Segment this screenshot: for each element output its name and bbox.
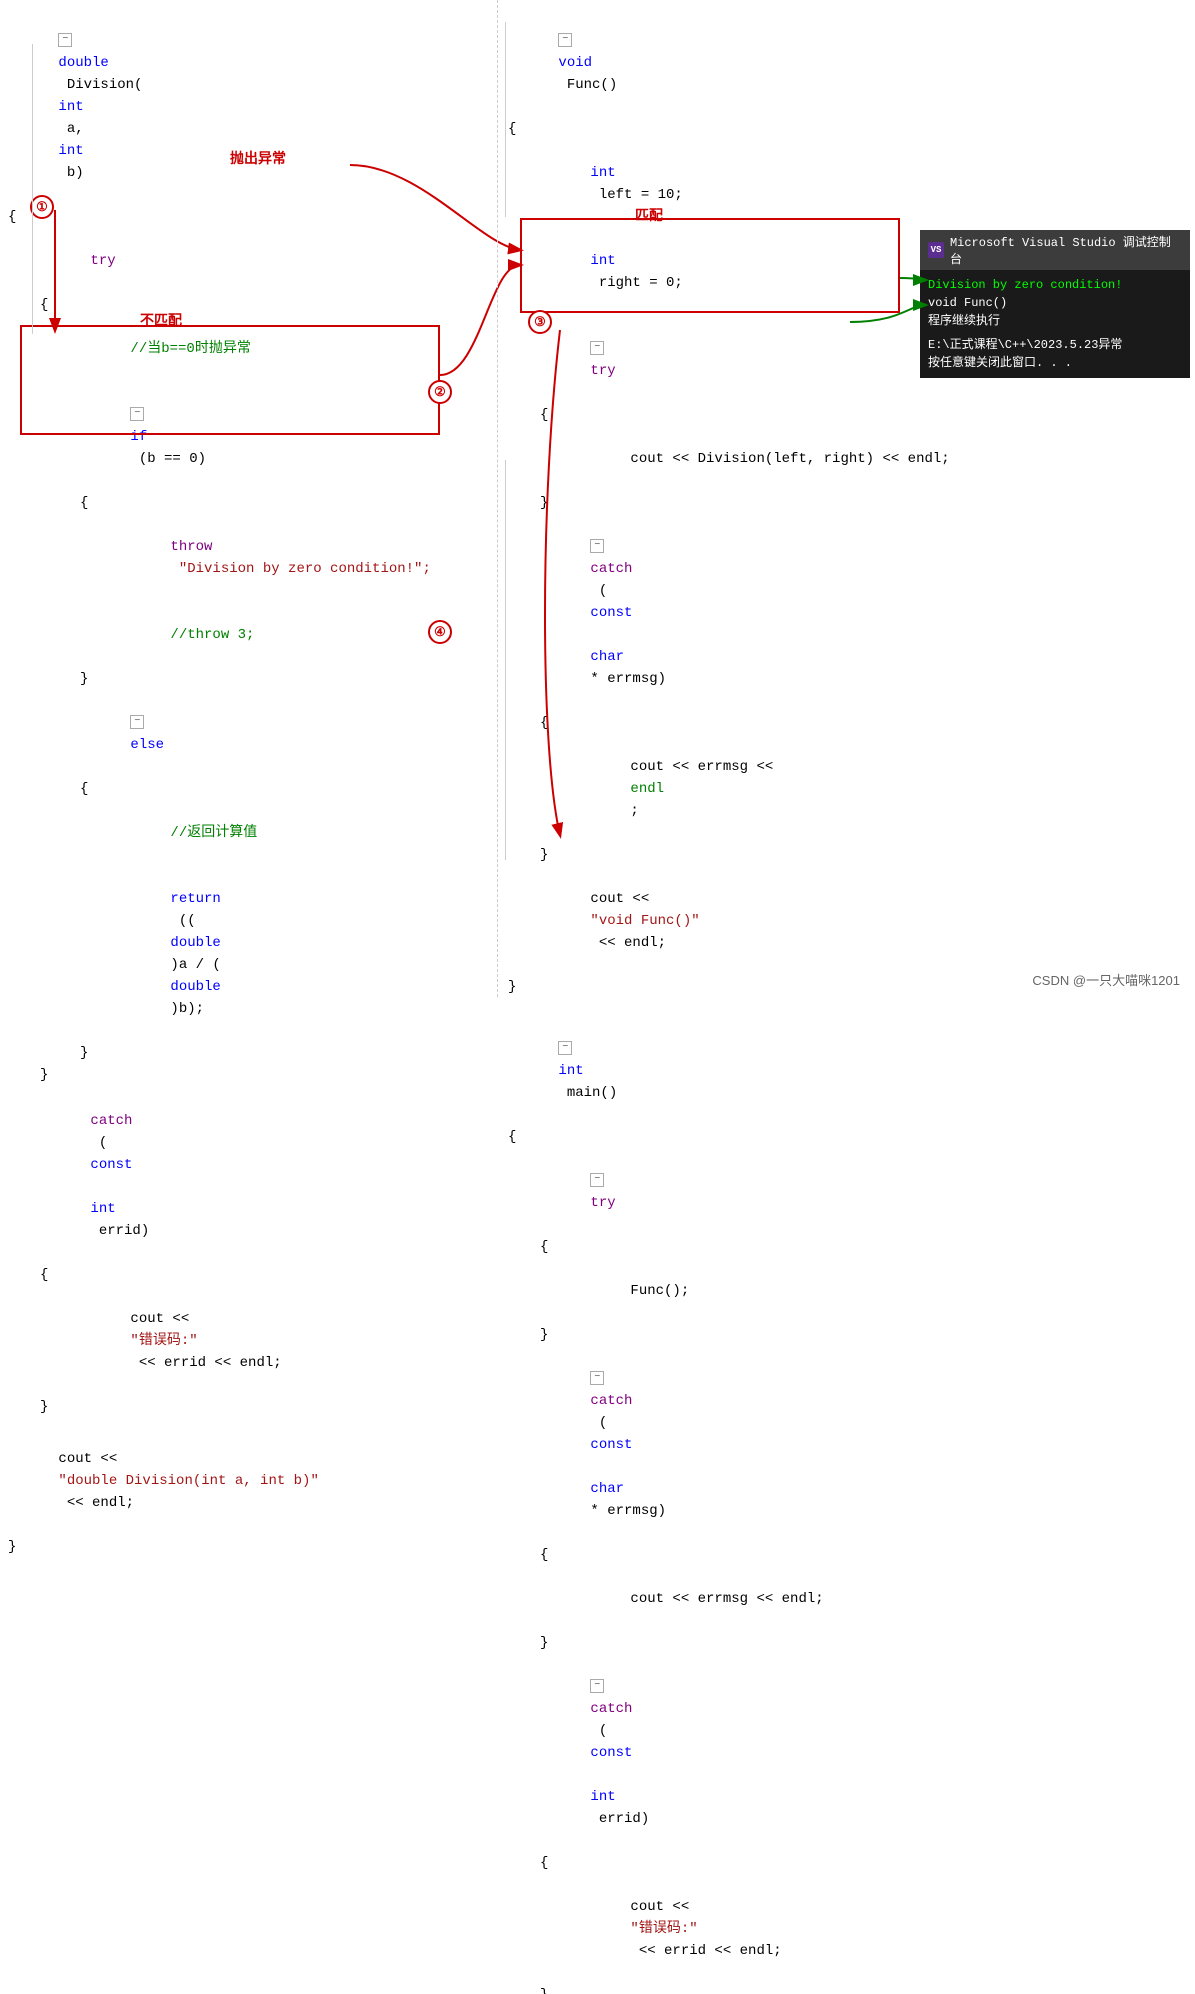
keyword-throw: throw [170, 539, 212, 555]
console-line-4: E:\正式课程\C++\2023.5.23异常 [928, 336, 1182, 354]
console-line-2: void Func() [928, 294, 1182, 312]
collapse-catch-main1[interactable]: − [590, 1371, 604, 1385]
console-box: VS Microsoft Visual Studio 调试控制台 Divisio… [920, 230, 1190, 378]
keyword-double: double [58, 55, 108, 71]
circle-4: ④ [428, 620, 452, 644]
keyword-catch-func: catch [590, 561, 632, 577]
keyword-try-func: try [590, 363, 615, 379]
collapse-func[interactable]: − [558, 33, 572, 47]
footer: CSDN @一只大喵咪1201 [1032, 970, 1180, 989]
keyword-return-left: return [170, 891, 220, 907]
keyword-catch-left: catch [90, 1113, 132, 1129]
console-title: VS Microsoft Visual Studio 调试控制台 [920, 230, 1190, 270]
vs-icon: VS [928, 242, 944, 258]
keyword-try-left: try [90, 253, 115, 269]
circle-3: ③ [528, 310, 552, 334]
keyword-void-func: void [558, 55, 592, 71]
throw-annotation: 抛出异常 [230, 148, 286, 168]
collapse-left-func[interactable]: − [58, 33, 72, 47]
throw-string: "Division by zero condition!"; [170, 561, 430, 577]
collapse-line-right-func [505, 22, 506, 217]
console-content: Division by zero condition! void Func() … [920, 270, 1190, 378]
keyword-int2: int [58, 143, 83, 159]
collapse-try-main[interactable]: − [590, 1173, 604, 1187]
no-match-annotation: 不匹配 [140, 310, 182, 330]
console-line-1: Division by zero condition! [928, 276, 1182, 294]
circle-1: ① [30, 195, 54, 219]
collapse-main[interactable]: − [558, 1041, 572, 1055]
keyword-try-main: try [590, 1195, 615, 1211]
keyword-int1: int [58, 99, 83, 115]
collapse-catch-func[interactable]: − [590, 539, 604, 553]
collapse-else[interactable]: − [130, 715, 144, 729]
red-box-right-catch [520, 218, 900, 313]
comment-throw3: //throw 3; [170, 627, 254, 643]
comment-return: //返回计算值 [170, 825, 257, 841]
separator-line [497, 0, 498, 997]
left-code-block: − double Division( int a, int b) { try {… [0, 0, 490, 1558]
collapse-catch-main2[interactable]: − [590, 1679, 604, 1693]
console-title-text: Microsoft Visual Studio 调试控制台 [950, 233, 1182, 267]
red-box-left-catch [20, 325, 440, 435]
keyword-else: else [130, 737, 164, 753]
collapse-line-left [32, 44, 33, 334]
collapse-try-func[interactable]: − [590, 341, 604, 355]
collapse-line-right-main [505, 460, 506, 860]
circle-2: ② [428, 380, 452, 404]
func-name-division: Division( [58, 77, 142, 93]
keyword-int-main: int [558, 1063, 583, 1079]
console-line-5: 按任意键关闭此窗口. . . [928, 354, 1182, 372]
console-line-3: 程序继续执行 [928, 312, 1182, 330]
match-annotation: 匹配 [635, 205, 663, 225]
